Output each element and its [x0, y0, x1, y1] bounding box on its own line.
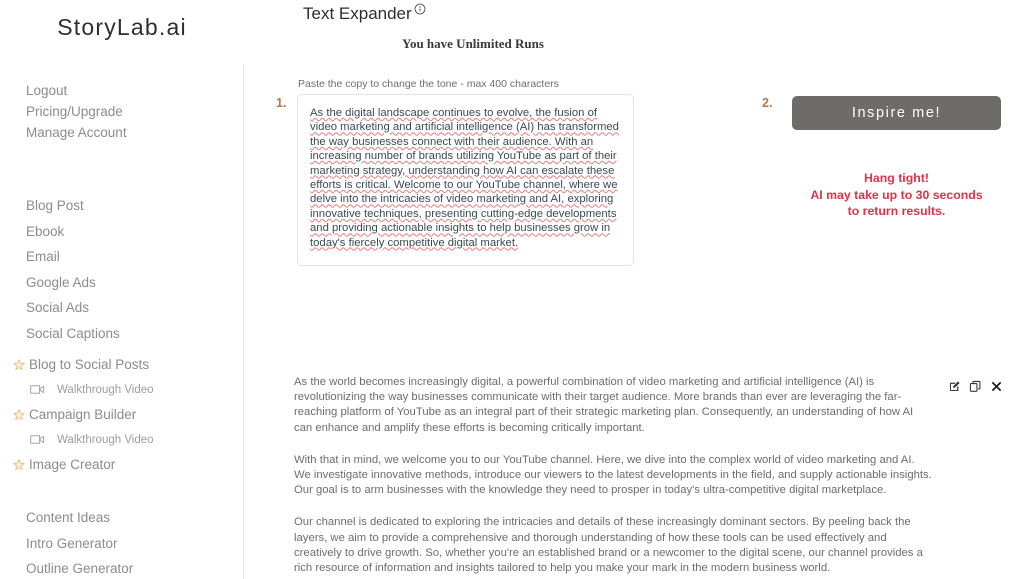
app-root: StoryLab.ai Logout Pricing/Upgrade Manag…	[0, 0, 1024, 579]
sidebar-item-logout[interactable]: Logout	[26, 80, 226, 101]
sidebar-item-manage-account[interactable]: Manage Account	[26, 122, 226, 143]
featured-nav: Blog to Social Posts Walkthrough Video C…	[12, 352, 237, 477]
sidebar-item-walkthrough-video-blog-to-social[interactable]: Walkthrough Video	[12, 377, 237, 402]
close-icon[interactable]	[990, 380, 1003, 393]
edit-icon[interactable]	[948, 380, 961, 393]
result-paragraph: With that in mind, we welcome you to our…	[294, 453, 932, 497]
sidebar-item-label: Campaign Builder	[29, 407, 137, 422]
star-icon	[13, 458, 25, 470]
sidebar-item-outline-generator[interactable]: Outline Generator	[26, 556, 236, 579]
account-nav: Logout Pricing/Upgrade Manage Account	[26, 80, 226, 143]
result-actions	[948, 380, 1003, 393]
sidebar-item-social-ads[interactable]: Social Ads	[26, 295, 236, 321]
star-icon	[13, 358, 25, 370]
processing-notice: Hang tight! AI may take up to 30 seconds…	[792, 170, 1001, 220]
tool-nav: Blog Post Ebook Email Google Ads Social …	[26, 193, 236, 346]
sidebar-divider	[243, 64, 244, 579]
notice-line-1: Hang tight!	[864, 171, 929, 185]
page-title-text: Text Expander	[303, 4, 412, 23]
sidebar-item-label: Blog to Social Posts	[29, 357, 150, 372]
sidebar: StoryLab.ai Logout Pricing/Upgrade Manag…	[0, 0, 244, 579]
notice-line-3: to return results.	[847, 204, 946, 218]
sidebar-item-intro-generator[interactable]: Intro Generator	[26, 531, 236, 557]
sidebar-item-walkthrough-video-campaign-builder[interactable]: Walkthrough Video	[12, 427, 237, 452]
page-title: Text Expander	[303, 3, 426, 24]
sidebar-item-blog-to-social-posts[interactable]: Blog to Social Posts	[12, 352, 237, 377]
brand-logo[interactable]: StoryLab.ai	[0, 14, 244, 41]
sidebar-item-google-ads[interactable]: Google Ads	[26, 270, 236, 296]
sidebar-item-image-creator[interactable]: Image Creator	[12, 452, 237, 477]
sidebar-item-social-captions[interactable]: Social Captions	[26, 321, 236, 347]
result-paragraph: Our channel is dedicated to exploring th…	[294, 516, 923, 575]
copy-icon[interactable]	[969, 380, 982, 393]
input-hint: Paste the copy to change the tone - max …	[298, 78, 559, 90]
result-output: As the world becomes increasingly digita…	[294, 375, 934, 576]
info-circle-icon[interactable]	[414, 3, 426, 15]
sidebar-item-blog-post[interactable]: Blog Post	[26, 193, 236, 219]
star-icon	[13, 408, 25, 420]
notice-line-2: AI may take up to 30 seconds	[810, 187, 983, 202]
sidebar-item-email[interactable]: Email	[26, 244, 236, 270]
bottom-nav: Content Ideas Intro Generator Outline Ge…	[26, 505, 236, 579]
sidebar-item-pricing-upgrade[interactable]: Pricing/Upgrade	[26, 101, 226, 122]
video-icon	[30, 435, 45, 444]
copy-input-value: As the digital landscape continues to ev…	[310, 107, 619, 249]
sidebar-item-label: Walkthrough Video	[57, 383, 154, 396]
runs-status: You have Unlimited Runs	[402, 36, 544, 51]
sidebar-item-content-ideas[interactable]: Content Ideas	[26, 505, 236, 531]
sidebar-item-campaign-builder[interactable]: Campaign Builder	[12, 402, 237, 427]
video-icon	[30, 385, 45, 394]
step-marker-1: 1.	[276, 96, 287, 110]
sidebar-item-label: Walkthrough Video	[57, 433, 154, 446]
result-paragraph: As the world becomes increasingly digita…	[294, 376, 914, 434]
inspire-me-button[interactable]: Inspire me!	[792, 96, 1001, 130]
step-marker-2: 2.	[762, 96, 773, 110]
sidebar-item-ebook[interactable]: Ebook	[26, 219, 236, 245]
sidebar-item-label: Image Creator	[29, 457, 116, 472]
copy-input[interactable]: As the digital landscape continues to ev…	[297, 94, 634, 266]
